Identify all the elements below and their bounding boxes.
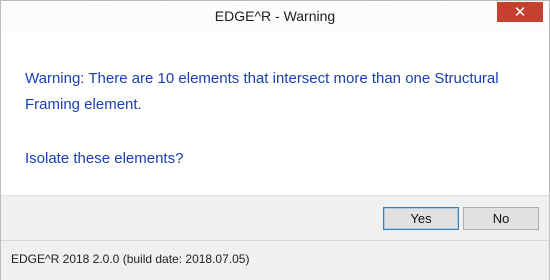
- warning-message: Warning: There are 10 elements that inte…: [25, 70, 499, 113]
- yes-button[interactable]: Yes: [383, 207, 459, 230]
- close-button[interactable]: ✕: [497, 2, 543, 22]
- warning-dialog: EDGE^R - Warning ✕ Warning: There are 10…: [0, 0, 550, 280]
- version-info: EDGE^R 2018 2.0.0 (build date: 2018.07.0…: [11, 252, 250, 266]
- title-bar[interactable]: EDGE^R - Warning ✕: [1, 1, 549, 32]
- confirmation-question: Isolate these elements?: [25, 150, 184, 167]
- status-bar: EDGE^R 2018 2.0.0 (build date: 2018.07.0…: [1, 240, 549, 280]
- dialog-title: EDGE^R - Warning: [214, 8, 336, 24]
- close-icon: ✕: [513, 3, 527, 21]
- message-area: Warning: There are 10 elements that inte…: [1, 32, 549, 195]
- no-button[interactable]: No: [463, 207, 539, 230]
- button-bar: Yes No: [1, 195, 549, 240]
